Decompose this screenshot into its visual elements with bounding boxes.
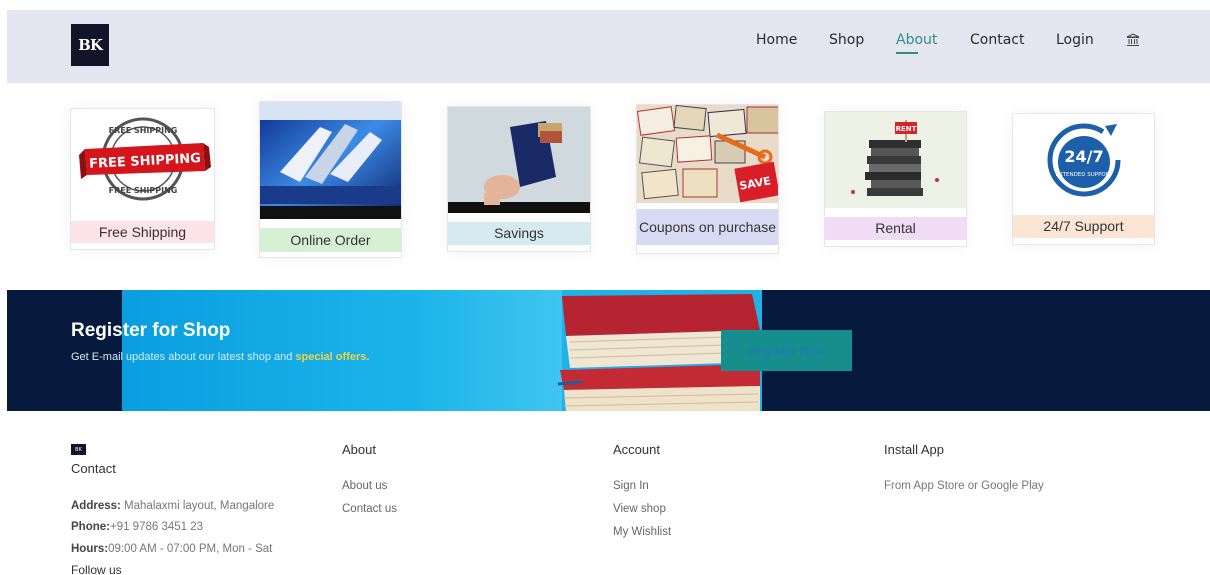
feature-card-online-order: Online Order bbox=[259, 101, 402, 258]
feature-card-coupons: SAVE Coupons on purchase bbox=[636, 104, 779, 254]
support-24-7-image: 24/7 EXTENDED SUPPORT bbox=[1013, 114, 1154, 206]
footer-account-title: Account bbox=[613, 442, 660, 457]
footer-link-my-wishlist[interactable]: My Wishlist bbox=[613, 526, 671, 538]
footer-logo[interactable]: BK bbox=[71, 444, 86, 455]
special-offers-highlight: special offers. bbox=[295, 351, 370, 363]
feature-card-savings: Savings bbox=[447, 106, 591, 252]
footer-link-sign-in[interactable]: Sign In bbox=[613, 480, 649, 492]
nav-contact[interactable]: Contact bbox=[970, 32, 1024, 48]
footer-install-text: From App Store or Google Play bbox=[884, 480, 1044, 492]
nav-login[interactable]: Login bbox=[1056, 32, 1094, 48]
nav-shop[interactable]: Shop bbox=[829, 32, 864, 48]
feature-label: 24/7 Support bbox=[1013, 215, 1154, 238]
footer-follow-us: Follow us bbox=[71, 563, 122, 575]
footer-link-contact-us[interactable]: Contact us bbox=[342, 503, 397, 515]
svg-text:RENT: RENT bbox=[896, 125, 917, 133]
feature-label: Rental bbox=[825, 217, 966, 240]
svg-text:FREE SHIPPING: FREE SHIPPING bbox=[109, 126, 178, 135]
brand-logo[interactable]: BK bbox=[71, 24, 109, 66]
free-shipping-stamp: FREE SHIPPING FREE SHIPPING FREE SHIPPIN… bbox=[71, 109, 214, 209]
footer-hours: Hours:09:00 AM - 07:00 PM, Mon - Sat bbox=[71, 543, 273, 555]
feature-label: Coupons on purchase bbox=[637, 209, 778, 245]
site-header: BK Home Shop About Contact Login bbox=[7, 10, 1210, 83]
footer-link-about-us[interactable]: About us bbox=[342, 480, 387, 492]
svg-text:24/7: 24/7 bbox=[1064, 147, 1103, 166]
feature-card-rental: RENT Rental bbox=[824, 111, 967, 247]
online-order-image bbox=[260, 102, 401, 219]
nav-home[interactable]: Home bbox=[756, 32, 797, 48]
feature-label: Free Shipping bbox=[71, 221, 214, 243]
svg-text:FREE SHIPPING: FREE SHIPPING bbox=[109, 186, 178, 195]
register-banner: Register for Shop Get E-mail updates abo… bbox=[7, 290, 1210, 411]
footer-phone: Phone:+91 9786 3451 23 bbox=[71, 521, 204, 533]
feature-card-support: 24/7 EXTENDED SUPPORT 24/7 Support bbox=[1012, 113, 1155, 245]
active-nav-indicator bbox=[896, 52, 918, 54]
svg-text:EXTENDED SUPPORT: EXTENDED SUPPORT bbox=[1055, 172, 1113, 178]
nav-about[interactable]: About bbox=[896, 32, 937, 48]
bank-icon[interactable] bbox=[1126, 33, 1140, 47]
rental-books-image: RENT bbox=[825, 112, 966, 208]
footer-address: Address: Mahalaxmi layout, Mangalore bbox=[71, 500, 275, 512]
feature-label: Savings bbox=[448, 222, 590, 245]
footer-install-title: Install App bbox=[884, 442, 944, 457]
footer-contact-title: Contact bbox=[71, 461, 116, 476]
footer-about-title: About bbox=[342, 442, 376, 457]
footer-link-view-shop[interactable]: View shop bbox=[613, 503, 666, 515]
banner-subtitle: Get E-mail updates about our latest shop… bbox=[71, 351, 370, 363]
coupons-image: SAVE bbox=[637, 105, 778, 203]
feature-card-free-shipping: FREE SHIPPING FREE SHIPPING FREE SHIPPIN… bbox=[70, 108, 215, 250]
feature-label: Online Order bbox=[260, 228, 401, 252]
register-now-button[interactable]: Register Now bbox=[721, 330, 852, 371]
savings-wallet-image bbox=[448, 107, 590, 213]
banner-title: Register for Shop bbox=[71, 320, 231, 341]
